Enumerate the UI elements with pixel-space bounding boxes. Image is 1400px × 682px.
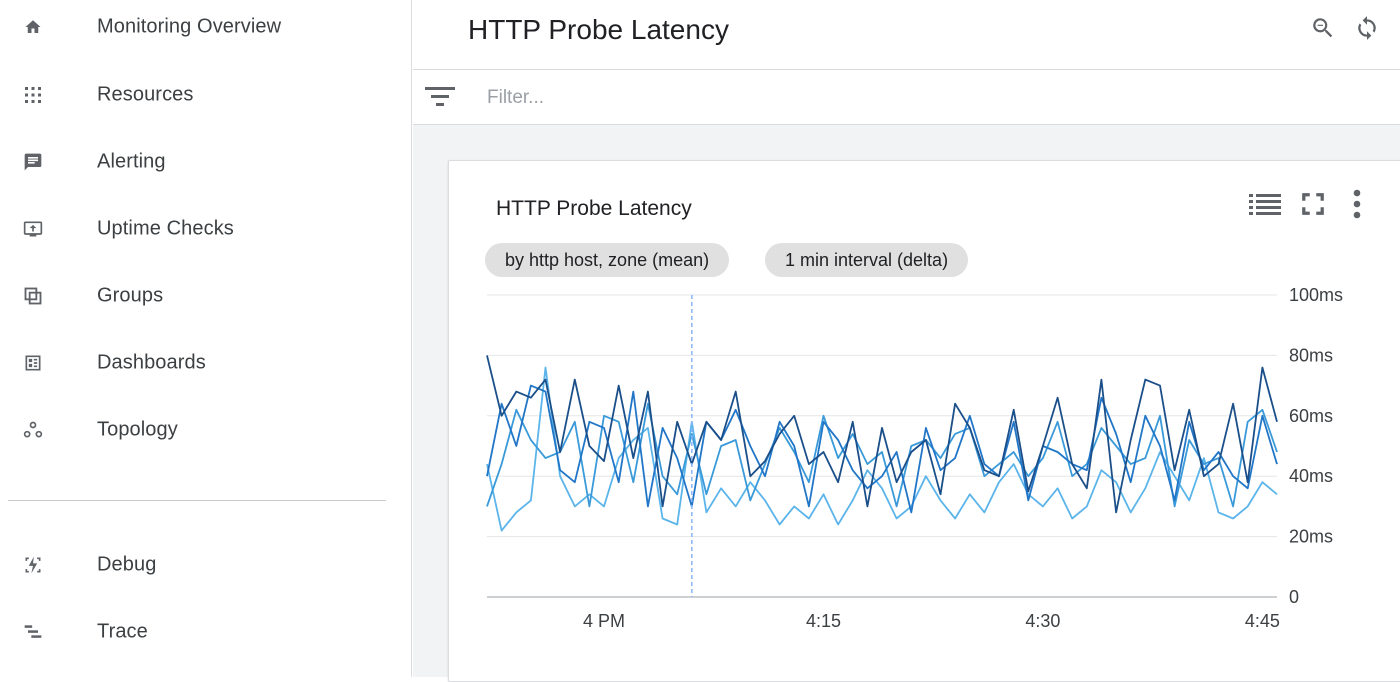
refresh-icon <box>1358 16 1376 40</box>
sidebar-item-label: Trace <box>97 620 148 643</box>
latency-chart[interactable]: 0 20ms 40ms 60ms 80ms 100ms 4 PM 4:15 4:30 4:45 <box>449 161 1400 641</box>
trace-icon <box>22 621 44 643</box>
filter-list-icon <box>425 87 455 106</box>
sidebar-item-alerting[interactable]: Alerting <box>0 132 411 192</box>
sidebar-item-label: Debug <box>97 553 157 576</box>
y-tick-label: 20ms <box>1289 527 1333 547</box>
sidebar-item-resources[interactable]: Resources <box>0 65 411 125</box>
sidebar-divider <box>8 500 386 501</box>
sidebar-item-label: Alerting <box>97 150 166 173</box>
x-tick-label: 4:15 <box>806 611 841 631</box>
y-tick-label: 100ms <box>1289 285 1343 305</box>
sidebar-item-debug[interactable]: Debug <box>0 535 411 595</box>
page-header: HTTP Probe Latency <box>413 0 1400 70</box>
sidebar-item-label: Monitoring Overview <box>97 15 282 38</box>
groups-icon <box>22 285 44 307</box>
filter-bar <box>413 70 1400 125</box>
page-title: HTTP Probe Latency <box>468 14 729 45</box>
sidebar-item-topology[interactable]: Topology <box>0 400 411 460</box>
chart-card: HTTP Probe Latency by http host, zone (m… <box>448 160 1400 682</box>
sidebar: Monitoring Overview Resources Alerting U… <box>0 0 412 677</box>
debug-icon <box>22 554 44 576</box>
sidebar-item-groups[interactable]: Groups <box>0 266 411 326</box>
home-icon <box>22 16 44 38</box>
y-tick-label: 80ms <box>1289 345 1333 365</box>
sidebar-item-trace[interactable]: Trace <box>0 602 411 662</box>
filter-input[interactable] <box>485 80 1349 116</box>
sidebar-item-uptime-checks[interactable]: Uptime Checks <box>0 199 411 259</box>
x-tick-label: 4:30 <box>1025 611 1060 631</box>
y-tick-label: 0 <box>1289 587 1299 607</box>
y-tick-label: 40ms <box>1289 466 1333 486</box>
sidebar-item-label: Groups <box>97 284 164 307</box>
sidebar-item-label: Resources <box>97 83 194 106</box>
x-tick-label: 4 PM <box>583 611 625 631</box>
alert-comment-icon <box>22 151 44 173</box>
monitor-upload-icon <box>22 218 44 240</box>
topology-icon <box>22 419 44 441</box>
filter-button[interactable] <box>425 85 455 109</box>
sidebar-item-label: Uptime Checks <box>97 217 234 240</box>
zoom-out-icon <box>1313 18 1333 38</box>
sidebar-item-label: Dashboards <box>97 351 206 374</box>
dashboard-icon <box>22 352 44 374</box>
grid-icon <box>22 84 44 106</box>
sidebar-item-monitoring-overview[interactable]: Monitoring Overview <box>0 0 411 57</box>
refresh-button[interactable] <box>1354 15 1380 41</box>
y-tick-label: 60ms <box>1289 406 1333 426</box>
zoom-out-button[interactable] <box>1310 15 1336 41</box>
dashboard-content: HTTP Probe Latency by http host, zone (m… <box>413 125 1400 682</box>
sidebar-item-label: Topology <box>97 418 178 441</box>
sidebar-item-dashboards[interactable]: Dashboards <box>0 333 411 393</box>
x-tick-label: 4:45 <box>1245 611 1280 631</box>
